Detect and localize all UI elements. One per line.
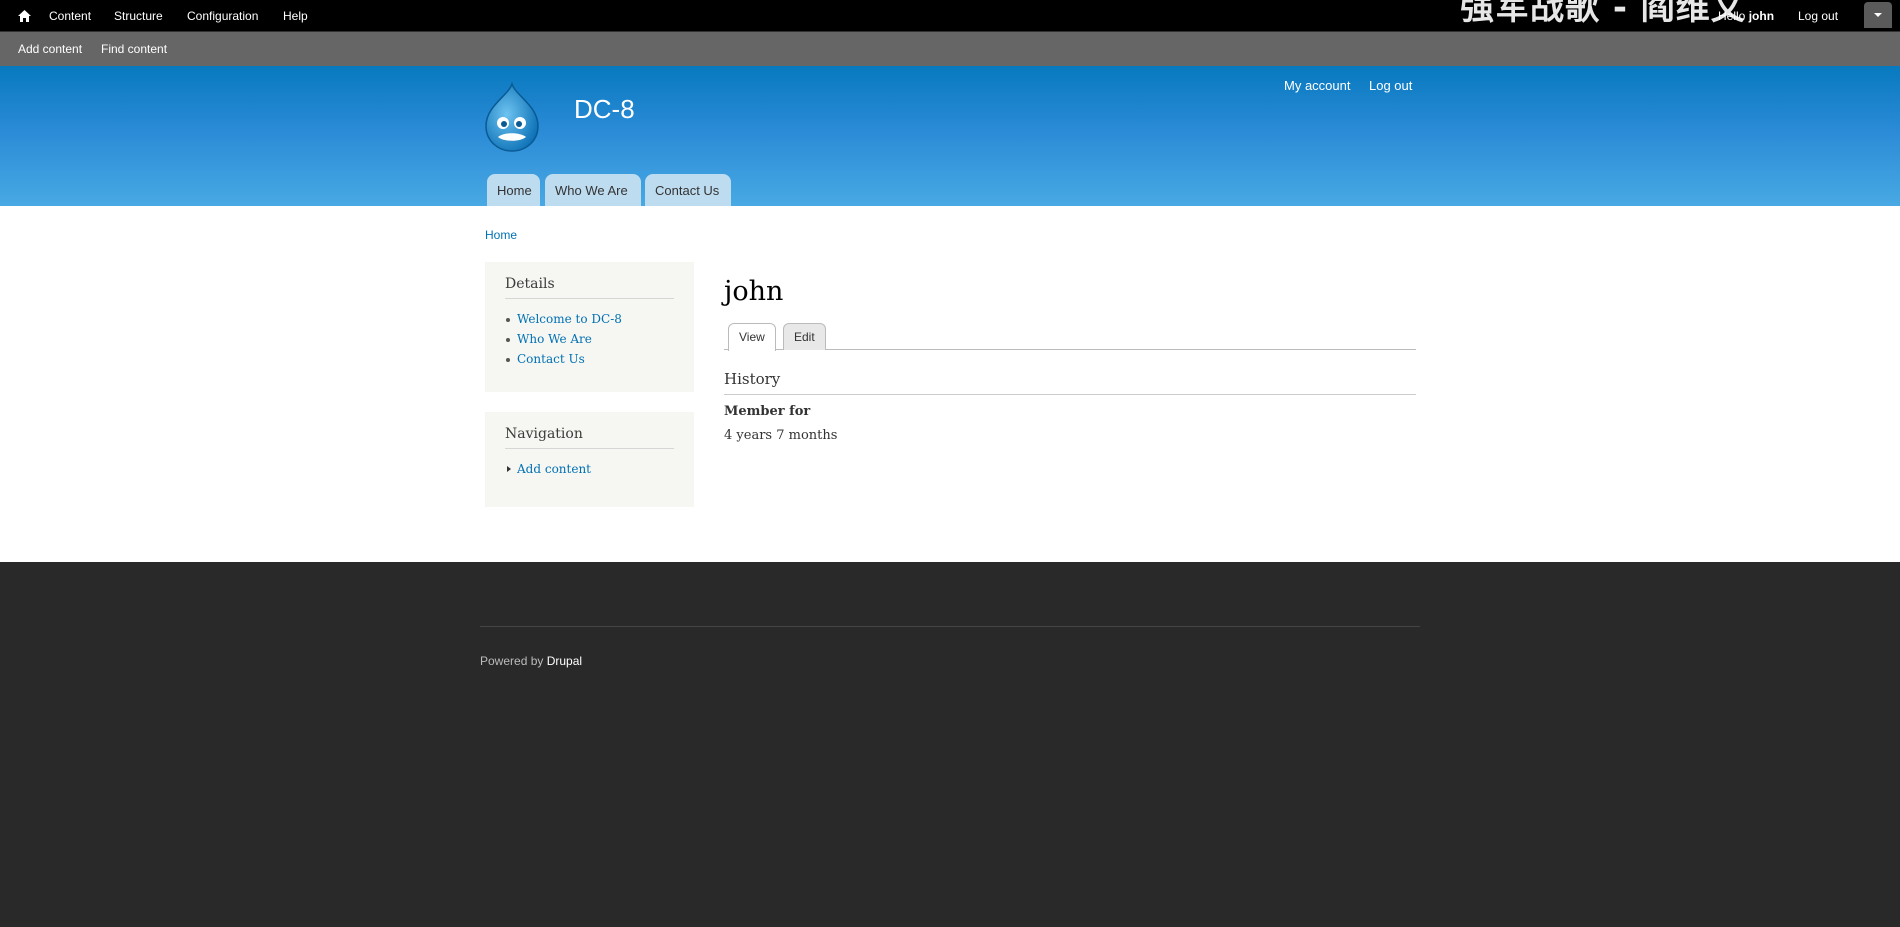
hello-prefix: Hello bbox=[1718, 9, 1746, 23]
home-icon[interactable] bbox=[16, 0, 32, 32]
hello-user: Hello john bbox=[1718, 0, 1774, 32]
history-divider bbox=[724, 394, 1416, 395]
toolbar-help-link[interactable]: Help bbox=[283, 0, 308, 32]
details-link-contact-us[interactable]: Contact Us bbox=[517, 352, 585, 366]
list-item: Add content bbox=[505, 459, 674, 479]
my-account-link[interactable]: My account bbox=[1284, 78, 1350, 93]
list-item: Contact Us bbox=[505, 349, 674, 369]
drupal-link[interactable]: Drupal bbox=[547, 654, 582, 668]
page-title: john bbox=[724, 276, 784, 307]
member-for-value: 4 years 7 months bbox=[724, 428, 838, 443]
bullet-icon bbox=[506, 318, 510, 322]
tab-edit[interactable]: Edit bbox=[783, 323, 826, 350]
list-item: Welcome to DC-8 bbox=[505, 309, 674, 329]
navigation-block-title: Navigation bbox=[505, 426, 674, 449]
breadcrumb[interactable]: Home bbox=[485, 228, 517, 242]
tab-view[interactable]: View bbox=[728, 323, 776, 351]
site-header: DC-8 My account Log out Home Who We Are … bbox=[0, 66, 1900, 206]
shortcut-find-content[interactable]: Find content bbox=[101, 32, 167, 66]
shortcut-add-content[interactable]: Add content bbox=[18, 32, 82, 66]
video-title-watermark: 强军战歌 - 阎维文 bbox=[1460, 0, 1746, 28]
main-menu-who-we-are[interactable]: Who We Are bbox=[545, 174, 641, 206]
toolbar-content-link[interactable]: Content bbox=[49, 0, 91, 32]
list-item: Who We Are bbox=[505, 329, 674, 349]
details-block: Details Welcome to DC-8 Who We Are Conta… bbox=[485, 262, 694, 392]
details-link-welcome[interactable]: Welcome to DC-8 bbox=[517, 312, 622, 326]
toolbar-structure-link[interactable]: Structure bbox=[114, 0, 163, 32]
toolbar-toggle-button[interactable] bbox=[1864, 2, 1892, 28]
bullet-icon bbox=[506, 338, 510, 342]
admin-toolbar: Content Structure Configuration Help 强军战… bbox=[0, 0, 1900, 32]
site-name[interactable]: DC-8 bbox=[574, 94, 635, 125]
footer-divider bbox=[480, 626, 1420, 627]
header-logout-link[interactable]: Log out bbox=[1369, 78, 1412, 93]
shortcuts-bar: Add content Find content bbox=[0, 32, 1900, 66]
site-footer: Powered by Drupal bbox=[0, 562, 1900, 927]
details-link-who-we-are[interactable]: Who We Are bbox=[517, 332, 592, 346]
tabs-divider bbox=[724, 349, 1416, 350]
triangle-right-icon bbox=[507, 466, 511, 472]
toolbar-configuration-link[interactable]: Configuration bbox=[187, 0, 258, 32]
main-menu-home[interactable]: Home bbox=[487, 174, 540, 206]
powered-by-prefix: Powered by bbox=[480, 654, 544, 668]
history-heading: History bbox=[724, 370, 781, 388]
bullet-icon bbox=[506, 358, 510, 362]
main-menu-contact-us[interactable]: Contact Us bbox=[645, 174, 731, 206]
toolbar-logout-link[interactable]: Log out bbox=[1798, 0, 1838, 32]
powered-by: Powered by Drupal bbox=[480, 654, 582, 668]
chevron-down-icon bbox=[1874, 13, 1882, 17]
navigation-link-add-content[interactable]: Add content bbox=[517, 462, 591, 476]
member-for-label: Member for bbox=[724, 404, 811, 419]
details-block-title: Details bbox=[505, 276, 674, 299]
username[interactable]: john bbox=[1749, 9, 1774, 23]
drupal-logo-icon[interactable] bbox=[482, 81, 542, 152]
content-area: Home Details Welcome to DC-8 Who We Are … bbox=[0, 206, 1900, 562]
navigation-block: Navigation Add content bbox=[485, 412, 694, 507]
